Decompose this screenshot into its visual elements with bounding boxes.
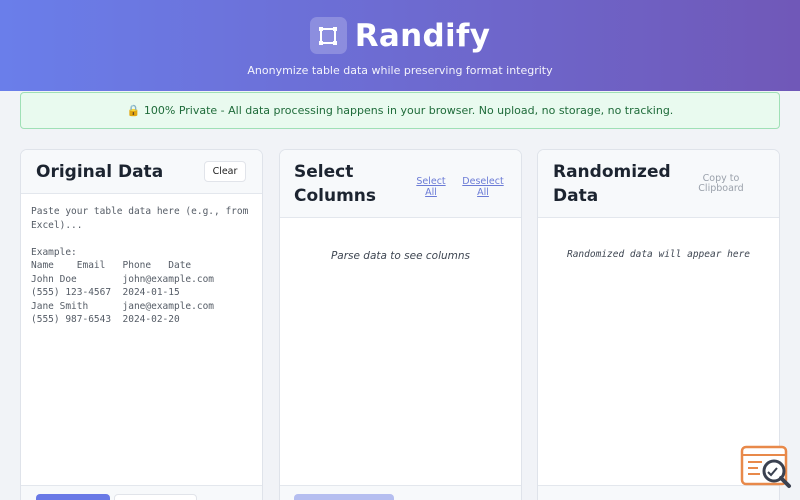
select-all-button[interactable]: Select All [410, 176, 452, 198]
panel-header: Original Data Clear [21, 150, 262, 194]
parse-button[interactable] [36, 494, 110, 500]
brand: Randify [0, 17, 800, 54]
select-columns-title: Select Columns [294, 160, 376, 208]
app-header: Randify Anonymize table data while prese… [0, 0, 800, 91]
original-data-title: Original Data [36, 162, 164, 182]
panel-footer [21, 485, 262, 500]
copy-to-clipboard-button[interactable]: Copy to Clipboard [680, 174, 762, 194]
panel-header: Randomized Data Copy to Clipboard [538, 150, 779, 218]
data-input-textarea[interactable]: Paste your table data here (e.g., from E… [31, 205, 251, 327]
original-data-panel: Original Data Clear Paste your table dat… [20, 149, 263, 500]
title-line-1: Randomized [553, 162, 671, 182]
sample-button[interactable] [114, 494, 197, 500]
randomize-button[interactable] [294, 494, 394, 500]
deselect-all-line-2: All [477, 187, 489, 198]
panel-footer [280, 485, 521, 500]
panel-header: Select Columns Select All Deselect All [280, 150, 521, 218]
columns-empty-state: Parse data to see columns [330, 250, 471, 262]
deselect-all-line-1: Deselect [462, 176, 504, 187]
app-title: Randify [354, 17, 491, 54]
select-all-line-1: Select [416, 176, 446, 187]
randomized-data-title: Randomized Data [553, 160, 671, 208]
clear-button[interactable]: Clear [204, 161, 246, 182]
copy-line-2: Clipboard [698, 183, 744, 194]
title-line-2: Columns [294, 186, 377, 206]
select-columns-panel: Select Columns Select All Deselect All P… [279, 149, 522, 500]
search-console-icon[interactable] [740, 445, 792, 491]
privacy-banner: 🔒 100% Private - All data processing hap… [20, 92, 780, 129]
bounding-box-icon [309, 17, 347, 54]
app-subtitle: Anonymize table data while preserving fo… [247, 64, 553, 77]
select-all-line-2: All [425, 187, 437, 198]
title-line-2: Data [553, 186, 599, 206]
randomized-empty-state: Randomized data will appear here [566, 249, 751, 260]
privacy-banner-text: 🔒 100% Private - All data processing hap… [126, 104, 674, 117]
deselect-all-button[interactable]: Deselect All [460, 176, 506, 198]
title-line-1: Select [294, 162, 354, 182]
